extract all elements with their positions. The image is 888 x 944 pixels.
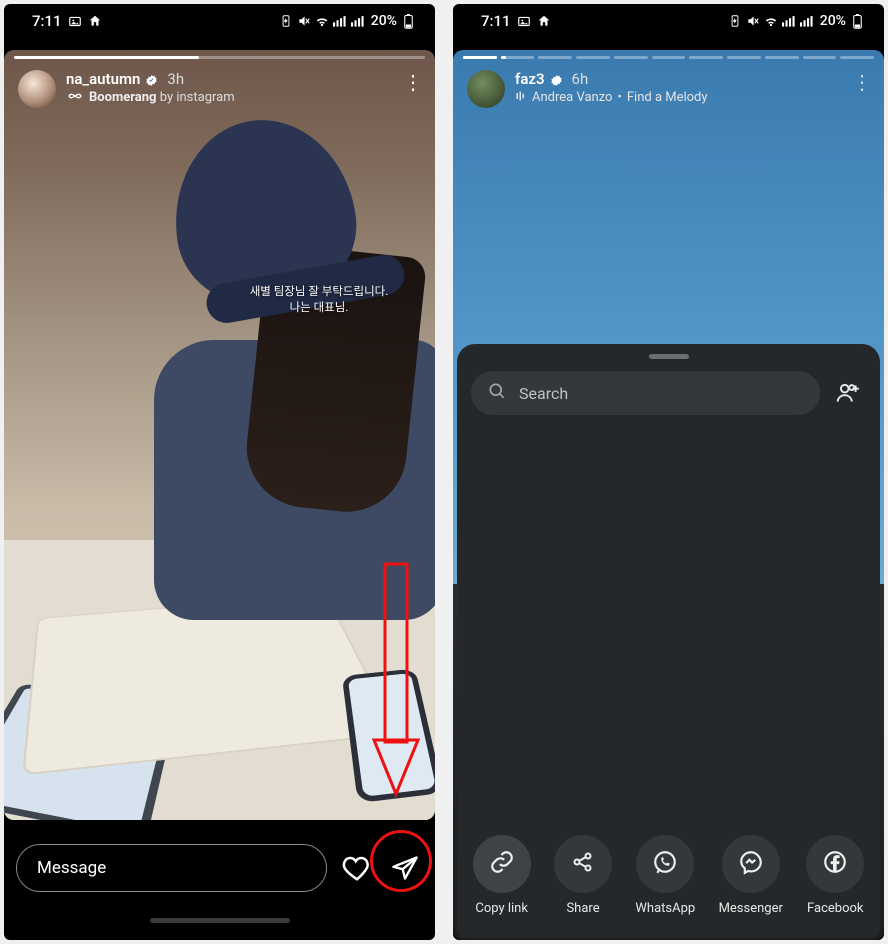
phone-right: 7:11 20% [453,4,884,940]
add-person-button[interactable] [830,375,866,411]
verified-icon [550,73,563,86]
story-username[interactable]: na_autumn [66,70,140,89]
story-sub-prefix: Boomerang [89,90,156,105]
link-icon [489,849,515,879]
message-input[interactable]: Message [16,844,327,892]
wifi-icon [315,14,329,28]
battery-icon [850,14,864,28]
more-icon[interactable]: ⋮ [401,70,425,94]
signal-icon [333,14,347,28]
share-sheet: Search Copy link [457,344,880,938]
share-generic[interactable]: Share [554,835,612,916]
avatar[interactable] [18,70,56,108]
status-bar: 7:11 20% [4,4,435,38]
story-progress [463,56,874,59]
verified-icon [145,73,158,86]
share-button[interactable] [387,850,423,886]
mute-icon [297,14,311,28]
story-username[interactable]: faz3 [515,70,545,89]
wifi-icon [764,14,778,28]
status-time: 7:11 [32,12,62,30]
messenger-icon [738,849,764,879]
music-title[interactable]: Find a Melody [627,90,708,106]
image-icon [68,14,82,28]
mute-icon [746,14,760,28]
home-icon [88,14,102,28]
whatsapp-icon [652,849,678,879]
story-time: 6h [572,70,589,89]
status-time: 7:11 [481,12,511,30]
story-header: faz3 6h Andrea Vanzo • Find a Melody ⋮ [467,70,874,108]
facebook-icon [822,849,848,879]
story-viewport[interactable]: na_autumn 3h Boomerang by instagram [4,50,435,820]
share-copy-link[interactable]: Copy link [473,835,531,916]
share-messenger[interactable]: Messenger [719,835,783,916]
signal2-icon [800,14,814,28]
share-whatsapp[interactable]: WhatsApp [635,835,695,916]
share-row: Copy link Share WhatsApp [457,835,880,916]
music-icon [515,90,527,107]
story-footer: Message [16,844,423,892]
battery-percent: 20% [371,13,397,29]
search-icon [487,381,507,405]
home-icon [537,14,551,28]
like-button[interactable] [339,850,375,886]
share-facebook[interactable]: Facebook [806,835,864,916]
gesture-bar [4,906,435,934]
boomerang-icon [66,90,84,106]
story-caption: 새별 팀장님 잘 부탁드립니다. 나는 대표님. [214,283,424,315]
avatar[interactable] [467,70,505,108]
music-artist[interactable]: Andrea Vanzo [532,90,612,106]
story-sub-suffix: by instagram [160,90,235,105]
story-time: 3h [167,70,184,89]
story-header: na_autumn 3h Boomerang by instagram [18,70,425,108]
sheet-handle[interactable] [649,354,689,359]
signal2-icon [351,14,365,28]
search-placeholder: Search [519,384,568,403]
message-placeholder: Message [37,858,106,878]
more-icon[interactable]: ⋮ [850,70,874,94]
story-progress [14,56,425,59]
battery-icon [401,14,415,28]
battery-saver-icon [279,14,293,28]
share-icon [571,850,595,878]
signal-icon [782,14,796,28]
battery-percent: 20% [820,13,846,29]
image-icon [517,14,531,28]
phone-left: 7:11 20% [4,4,435,940]
status-bar: 7:11 20% [453,4,884,38]
battery-saver-icon [728,14,742,28]
photo-cap [162,108,365,311]
search-input[interactable]: Search [471,371,820,415]
